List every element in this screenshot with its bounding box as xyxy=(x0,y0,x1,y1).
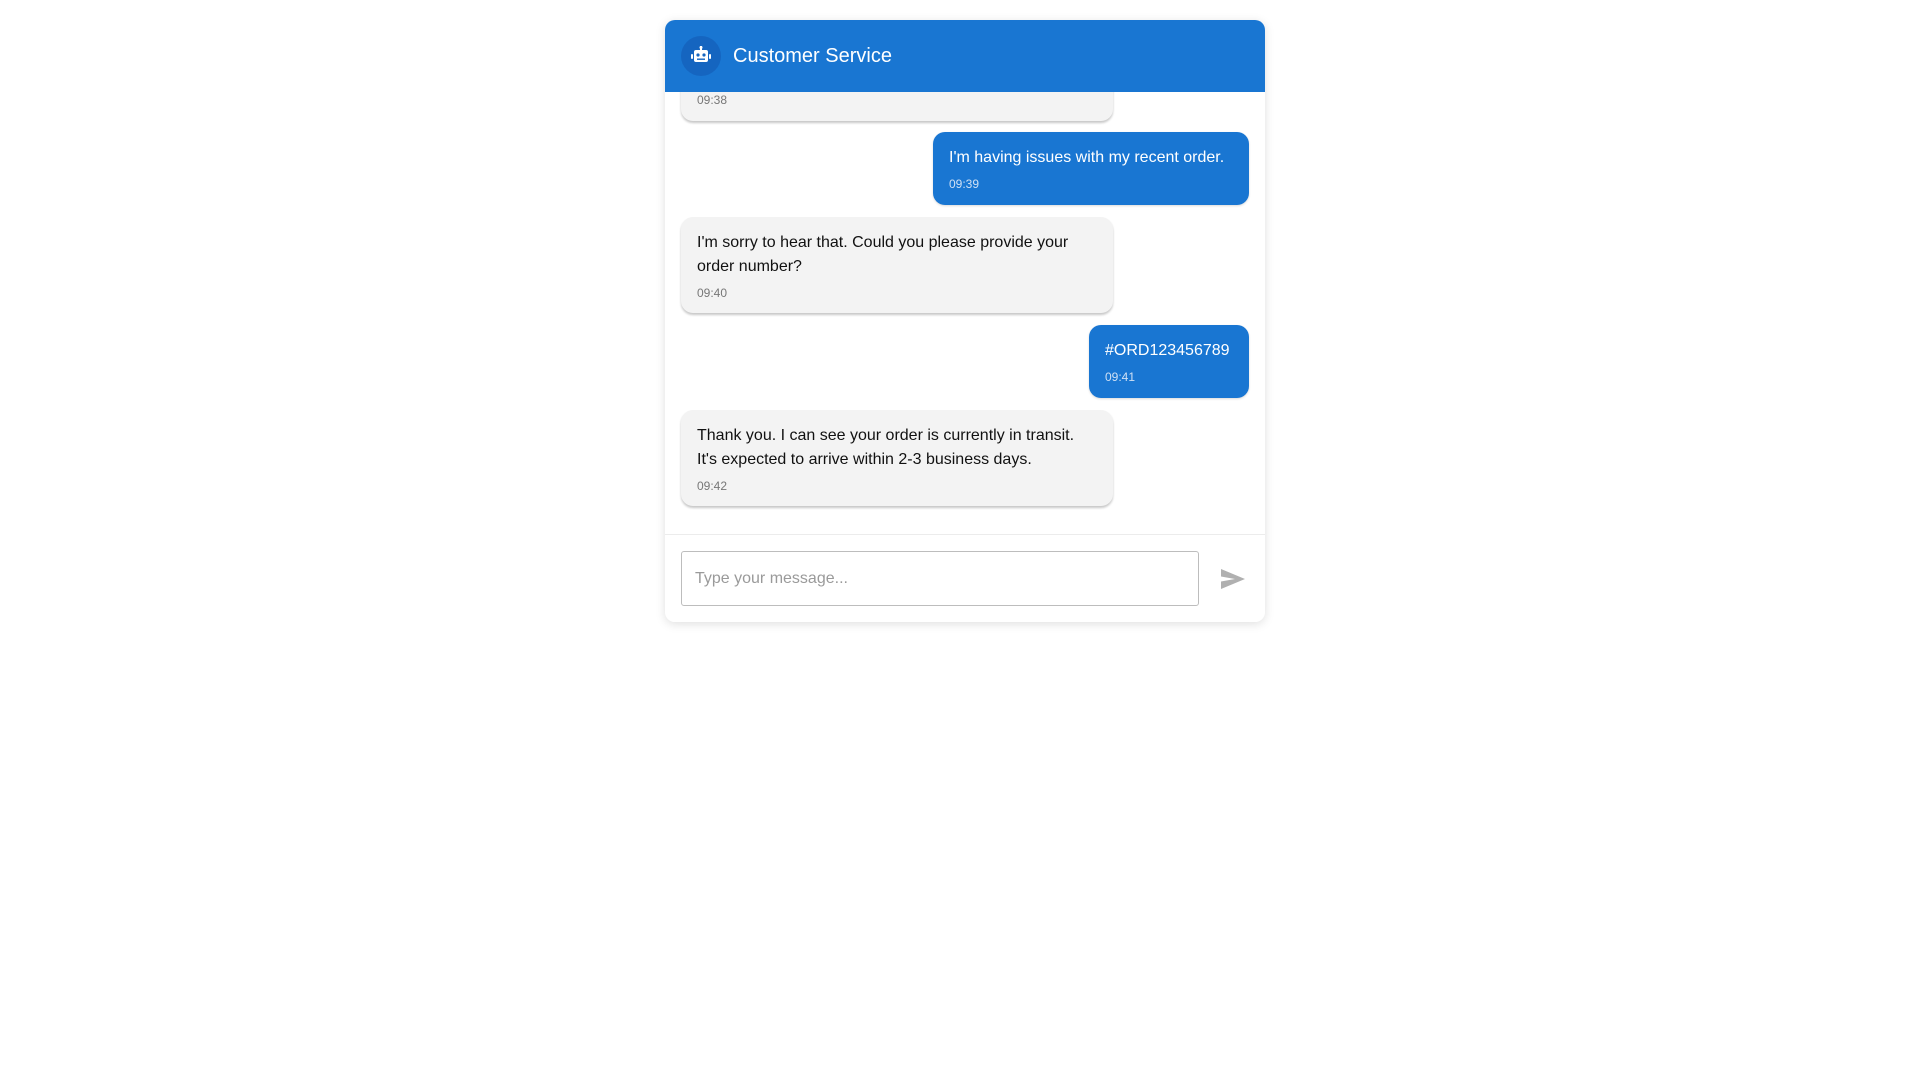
message-time: 09:39 xyxy=(949,177,980,191)
bot-avatar xyxy=(681,36,721,76)
send-icon xyxy=(1220,568,1246,590)
message-text: I'm having issues with my recent order. xyxy=(949,149,1225,166)
message-list[interactable]: 09:38 I'm having issues with my recent o… xyxy=(665,20,1265,534)
message-text: Thank you. I can see your order is curre… xyxy=(697,427,1075,468)
chat-window: 09:38 I'm having issues with my recent o… xyxy=(665,20,1265,622)
message-text: #ORD123456789 xyxy=(1105,342,1230,359)
message-input[interactable] xyxy=(681,551,1199,606)
message-time: 09:41 xyxy=(1105,370,1136,384)
composer-bar xyxy=(665,534,1265,622)
message-user: #ORD123456789 09:41 xyxy=(1089,325,1249,398)
message-agent: Thank you. I can see your order is curre… xyxy=(681,410,1113,506)
send-button[interactable] xyxy=(1213,559,1253,599)
message-time: 09:38 xyxy=(697,93,728,107)
chat-title: Customer Service xyxy=(733,45,892,67)
robot-icon xyxy=(690,46,712,66)
message-time: 09:40 xyxy=(697,286,728,300)
message-time: 09:42 xyxy=(697,479,728,493)
message-text: I'm sorry to hear that. Could you please… xyxy=(697,234,1069,275)
chat-header: Customer Service xyxy=(665,20,1265,92)
message-user: I'm having issues with my recent order. … xyxy=(933,132,1249,205)
message-agent: I'm sorry to hear that. Could you please… xyxy=(681,217,1113,313)
